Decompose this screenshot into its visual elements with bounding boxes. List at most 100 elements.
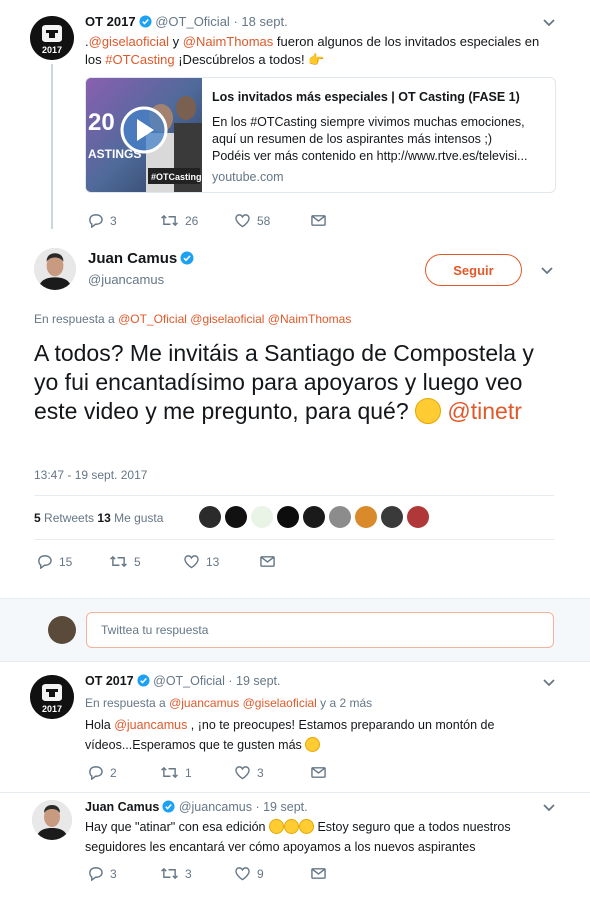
juancamus-avatar[interactable] <box>32 800 72 840</box>
reply-suffix[interactable]: y a 2 más <box>317 696 372 710</box>
mention-link[interactable]: @OT_Oficial @giselaoficial @NaimThomas <box>118 312 351 326</box>
reply-button[interactable]: 15 <box>36 554 109 569</box>
ot2017-avatar[interactable] <box>30 16 74 60</box>
reply1-date[interactable]: 19 sept. <box>236 674 280 688</box>
divider <box>34 539 554 540</box>
message-button[interactable] <box>310 866 327 881</box>
reply-input[interactable]: Twittea tu respuesta <box>86 612 554 648</box>
like-icon <box>234 213 251 228</box>
message-button[interactable] <box>259 554 276 569</box>
reply1-text: Hola @juancamus , ¡no te preocupes! Esta… <box>85 715 555 755</box>
reply-button[interactable]: 2 <box>87 765 160 780</box>
tweet1-text-and: y <box>169 34 183 49</box>
hashtag-link[interactable]: #OTCasting <box>105 52 174 67</box>
liker-avatar[interactable] <box>381 506 403 528</box>
tweet1-actions: 3 26 58 <box>87 213 327 228</box>
reply-button[interactable]: 3 <box>87 866 160 881</box>
like-count: 9 <box>257 866 264 881</box>
reply1-line2-text: vídeos...Esperamos que te gusten más <box>85 738 306 752</box>
retweet-icon <box>160 866 179 881</box>
card-desc-line: Podéis ver más contenido en http://www.r… <box>212 149 528 163</box>
main-actions: 15 5 13 <box>36 554 276 569</box>
reply1-author-name[interactable]: OT 2017 <box>85 674 134 688</box>
chevron-down-icon[interactable] <box>542 18 556 28</box>
card-body: Los invitados más especiales | OT Castin… <box>212 89 542 186</box>
reply-icon <box>87 765 104 780</box>
reply2-actions: 3 3 9 <box>87 866 327 881</box>
liker-avatar[interactable] <box>303 506 325 528</box>
message-button[interactable] <box>310 213 327 228</box>
retweet-button[interactable]: 3 <box>160 866 234 881</box>
retweets-count[interactable]: 5 <box>34 511 41 525</box>
liker-avatar[interactable] <box>199 506 221 528</box>
tweet1-handle[interactable]: @OT_Oficial <box>155 14 230 29</box>
likes-label[interactable]: Me gusta <box>111 511 163 525</box>
reply2-line1: Hay que "atinar" con esa edición Estoy s… <box>85 817 555 837</box>
tears-of-joy-emoji-icon <box>415 398 442 424</box>
tears-of-joy-emoji-icon <box>298 819 314 834</box>
reply1-handle[interactable]: @OT_Oficial <box>153 674 225 688</box>
retweet-button[interactable]: 5 <box>109 554 183 569</box>
chevron-down-icon[interactable] <box>542 803 556 813</box>
retweet-button[interactable]: 1 <box>160 765 234 780</box>
reply2-author-name[interactable]: Juan Camus <box>85 800 159 814</box>
message-button[interactable] <box>310 765 327 780</box>
reply-icon <box>36 554 53 569</box>
chevron-down-icon[interactable] <box>542 678 556 688</box>
card-desc-line: En los #OTCasting siempre vivimos muchas… <box>212 115 525 129</box>
mention-link[interactable]: @giselaoficial <box>89 34 169 49</box>
like-button[interactable]: 58 <box>234 213 310 228</box>
engagement-stats: 5 Retweets 13 Me gusta <box>34 511 163 525</box>
follow-button[interactable]: Seguir <box>425 254 522 286</box>
retweet-icon <box>160 765 179 780</box>
like-icon <box>234 765 251 780</box>
reply1-dot: · <box>228 674 233 688</box>
like-count: 13 <box>206 554 220 569</box>
liker-avatar[interactable] <box>407 506 429 528</box>
liker-avatar[interactable] <box>277 506 299 528</box>
reply2-text: Hay que "atinar" con esa edición Estoy s… <box>85 817 555 857</box>
liker-avatar[interactable] <box>355 506 377 528</box>
retweet-count: 3 <box>185 866 192 881</box>
retweets-label[interactable]: Retweets <box>41 511 98 525</box>
verified-icon <box>162 800 175 813</box>
liker-avatar[interactable] <box>225 506 247 528</box>
tweet1-text: .@giselaoficial y @NaimThomas fueron alg… <box>85 33 545 69</box>
retweet-count: 26 <box>185 213 199 228</box>
main-author-name-text: Juan Camus <box>88 250 178 267</box>
reply-icon <box>87 213 104 228</box>
like-button[interactable]: 3 <box>234 765 310 780</box>
reply-button[interactable]: 3 <box>87 213 160 228</box>
liker-avatar[interactable] <box>251 506 273 528</box>
tweet1-date[interactable]: 18 sept. <box>241 14 287 29</box>
card-description: En los #OTCasting siempre vivimos muchas… <box>212 114 542 165</box>
divider <box>0 792 590 793</box>
liker-avatar[interactable] <box>329 506 351 528</box>
main-author-name[interactable]: Juan Camus <box>88 250 194 267</box>
message-icon <box>310 765 327 780</box>
reply2-date[interactable]: 19 sept. <box>263 800 307 814</box>
reply2-dot: · <box>255 800 260 814</box>
play-icon[interactable] <box>120 106 168 154</box>
reply2-handle[interactable]: @juancamus <box>179 800 252 814</box>
mention-link[interactable]: @NaimThomas <box>183 34 274 49</box>
like-button[interactable]: 13 <box>183 554 259 569</box>
juancamus-avatar[interactable] <box>34 248 76 290</box>
like-button[interactable]: 9 <box>234 866 310 881</box>
main-author-handle[interactable]: @juancamus <box>88 272 164 287</box>
main-timestamp[interactable]: 13:47 - 19 sept. 2017 <box>34 468 147 482</box>
reply2-line2: seguidores les encantará ver cómo apoyam… <box>85 840 476 854</box>
likes-count[interactable]: 13 <box>97 511 110 525</box>
card-title[interactable]: Los invitados más especiales | OT Castin… <box>212 89 542 106</box>
reply2-line1-end: Estoy seguro que a todos nuestros <box>313 820 511 834</box>
mention-link[interactable]: @juancamus @giselaoficial <box>169 696 317 710</box>
retweet-button[interactable]: 26 <box>160 213 234 228</box>
mention-link[interactable]: @juancamus <box>114 718 187 732</box>
tweet1-author-name[interactable]: OT 2017 <box>85 14 136 29</box>
link-card[interactable]: 20 ASTINGS #OTCasting Los invitados más … <box>85 77 556 193</box>
reply-icon <box>87 866 104 881</box>
mention-link[interactable]: @tinetr <box>441 398 522 424</box>
ot2017-avatar[interactable] <box>30 675 74 719</box>
chevron-down-icon[interactable] <box>540 266 554 276</box>
video-thumbnail[interactable]: 20 ASTINGS #OTCasting <box>86 78 202 192</box>
